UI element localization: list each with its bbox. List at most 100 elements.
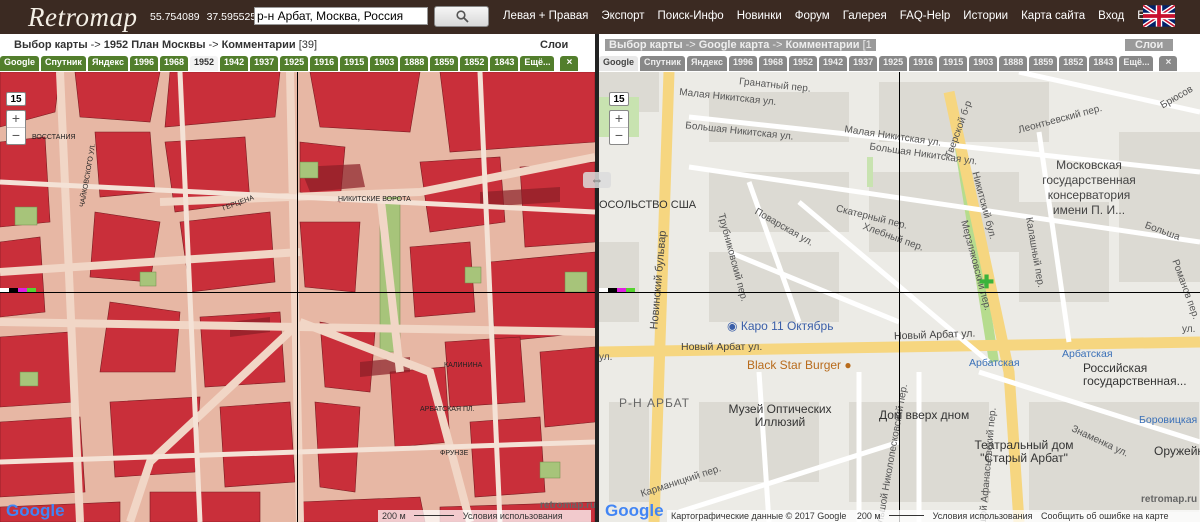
- search-input[interactable]: [254, 7, 428, 25]
- right-map-footer: Картографические данные © 2017 Google 20…: [667, 510, 1200, 522]
- tab-1852[interactable]: 1852: [460, 56, 489, 71]
- swap-arrows-icon[interactable]: ⇔: [583, 172, 611, 188]
- report-error-link[interactable]: Сообщить об ошибке на карте: [1041, 511, 1168, 521]
- tab-1843-right[interactable]: 1843: [1089, 56, 1118, 71]
- label-karo-cinema[interactable]: ◉ Каро 11 Октябрь: [727, 319, 833, 333]
- tab-1925-right[interactable]: 1925: [879, 56, 908, 71]
- crumb-map-select-right[interactable]: Выбор карты: [609, 39, 683, 51]
- menu-faq[interactable]: FAQ-Help: [900, 10, 951, 22]
- tab-yandex-right[interactable]: Яндекс: [686, 56, 727, 71]
- tab-1952-right[interactable]: 1952: [789, 56, 818, 71]
- label-black-star-burger[interactable]: Black Star Burger ●: [747, 358, 852, 372]
- tab-satellite-right[interactable]: Спутник: [640, 56, 685, 71]
- left-breadcrumb: Выбор карты -> 1952 План Москвы -> Комментар…: [0, 34, 595, 56]
- top-bar: Retromap 55.754089 37.595525 Левая + Пра…: [0, 0, 1200, 34]
- tab-google-right[interactable]: Google: [599, 56, 638, 71]
- retromap-logo[interactable]: Retromap: [28, 2, 137, 33]
- crumb-map-select[interactable]: Выбор карты: [14, 39, 88, 51]
- left-map-footer: 200 м Условия использования: [378, 510, 591, 522]
- tab-1968[interactable]: 1968: [159, 56, 189, 71]
- label-russian-state-library: Российская государственная...: [1083, 361, 1187, 388]
- menu-gallery[interactable]: Галерея: [843, 10, 887, 22]
- menu-left-right[interactable]: Левая + Правая: [503, 10, 588, 22]
- right-map-tabs: Google Спутник Яндекс 1996 1968 1952 194…: [599, 56, 1200, 72]
- zoom-in-button[interactable]: +: [7, 111, 25, 127]
- menu-search-info[interactable]: Поиск-Инфо: [658, 10, 724, 22]
- crosshair-vertical-right: [899, 72, 900, 522]
- menu-forum[interactable]: Форум: [795, 10, 830, 22]
- menu-stories[interactable]: Истории: [963, 10, 1008, 22]
- zoom-in-button-right[interactable]: +: [610, 111, 628, 127]
- tab-1968-right[interactable]: 1968: [758, 56, 788, 71]
- tab-1903[interactable]: 1903: [370, 56, 399, 71]
- google-logo-right: Google: [605, 501, 664, 521]
- layers-button-right[interactable]: Слои: [1125, 39, 1174, 51]
- tab-1859-right[interactable]: 1859: [1029, 56, 1058, 71]
- tab-1843[interactable]: 1843: [490, 56, 519, 71]
- tab-1952[interactable]: 1952: [190, 56, 219, 71]
- tab-1996-right[interactable]: 1996: [728, 56, 757, 71]
- tab-1937[interactable]: 1937: [250, 56, 279, 71]
- tab-1916[interactable]: 1916: [310, 56, 339, 71]
- google-logo-text: Google: [6, 501, 65, 520]
- cinema-icon: ◉: [727, 319, 738, 333]
- right-zoom-control: 15 + −: [609, 92, 629, 145]
- tab-1925[interactable]: 1925: [280, 56, 309, 71]
- scale-bar: [414, 515, 455, 517]
- tab-more-right[interactable]: Ещё...: [1119, 56, 1154, 71]
- tab-1915[interactable]: 1915: [340, 56, 369, 71]
- search-button[interactable]: [434, 6, 489, 27]
- tab-1903-right[interactable]: 1903: [969, 56, 998, 71]
- menu-sitemap[interactable]: Карта сайта: [1021, 10, 1085, 22]
- close-tabs-button-right[interactable]: ×: [1159, 56, 1178, 71]
- tab-satellite[interactable]: Спутник: [41, 56, 86, 71]
- menu-login[interactable]: Вход: [1098, 10, 1124, 22]
- label-novy-arbat: Новый Арбат ул.: [681, 341, 763, 353]
- breadcrumb: Выбор карты -> 1952 План Москвы -> Комментар…: [14, 39, 318, 51]
- crumb-comments-right[interactable]: Комментарии: [785, 39, 859, 51]
- label-museum-illusions: Музей Оптических Иллюзий: [728, 402, 832, 429]
- tab-1859[interactable]: 1859: [430, 56, 459, 71]
- close-tabs-button[interactable]: ×: [560, 56, 579, 71]
- tab-1852-right[interactable]: 1852: [1059, 56, 1088, 71]
- uk-flag-icon[interactable]: [1143, 5, 1175, 27]
- crumb-map-right[interactable]: Google карта: [699, 39, 770, 51]
- menu-export[interactable]: Экспорт: [601, 10, 644, 22]
- green-plus-marker-icon[interactable]: ✚: [979, 272, 994, 293]
- map-label-nikitskie-vorota: НИКИТСКИЕ ВОРОТА: [338, 196, 411, 203]
- crumb-comments-count: [39]: [298, 39, 318, 51]
- map-data-credit: Картографические данные © 2017 Google: [671, 511, 847, 521]
- tab-more[interactable]: Ещё...: [520, 56, 555, 71]
- tab-1915-right[interactable]: 1915: [939, 56, 968, 71]
- left-map-pane: Выбор карты -> 1952 План Москвы -> Комментар…: [0, 34, 595, 522]
- map-label-vosstaniya: ВОССТАНИЯ: [32, 134, 76, 141]
- karo-text: Каро 11 Октябрь: [740, 319, 834, 333]
- layers-button[interactable]: Слои: [540, 39, 568, 51]
- main-menu: Левая + Правая Экспорт Поиск-Инфо Новинк…: [503, 10, 1183, 22]
- terms-link-right[interactable]: Условия использования: [933, 511, 1033, 521]
- zoom-out-button-right[interactable]: −: [610, 127, 628, 144]
- tab-1888-right[interactable]: 1888: [999, 56, 1028, 71]
- search-icon: [456, 10, 469, 23]
- tab-1888[interactable]: 1888: [400, 56, 429, 71]
- tab-1942-right[interactable]: 1942: [819, 56, 848, 71]
- tab-1942[interactable]: 1942: [220, 56, 249, 71]
- tab-1996[interactable]: 1996: [129, 56, 158, 71]
- crumb-comments[interactable]: Комментарии: [222, 39, 296, 51]
- black-star-text: Black Star Burger: [747, 358, 842, 372]
- menu-new[interactable]: Новинки: [737, 10, 782, 22]
- map-label-frunze: ФРУНЗЕ: [440, 450, 469, 457]
- crumb-comments-count-right: [1: [862, 39, 872, 51]
- tab-google[interactable]: Google: [0, 56, 39, 71]
- crosshair-vertical: [297, 72, 298, 522]
- label-ul-right: ул.: [1182, 324, 1196, 335]
- scale-label: 200 м: [382, 511, 406, 521]
- tab-yandex[interactable]: Яндекс: [87, 56, 128, 71]
- tab-1937-right[interactable]: 1937: [849, 56, 878, 71]
- zoom-out-button[interactable]: −: [7, 127, 25, 144]
- terms-link[interactable]: Условия использования: [463, 511, 563, 521]
- tab-1916-right[interactable]: 1916: [909, 56, 938, 71]
- latitude-value: 55.754089: [150, 11, 200, 23]
- crumb-map[interactable]: 1952 План Москвы: [104, 39, 206, 51]
- left-zoom-control: 15 + −: [6, 92, 26, 145]
